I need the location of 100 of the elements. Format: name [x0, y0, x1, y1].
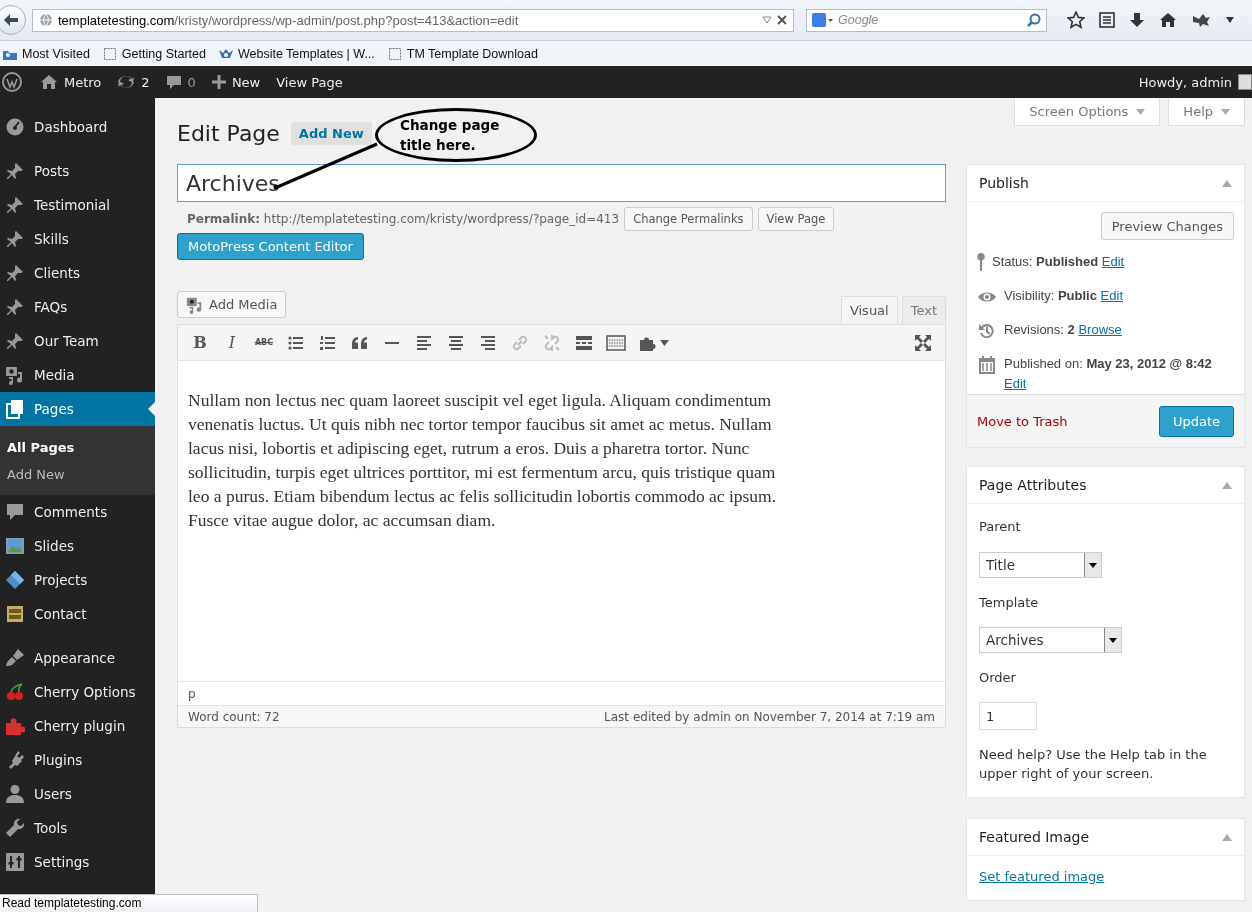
submenu-item[interactable]: Add New [0, 461, 155, 488]
menu-item[interactable]: Contact [0, 597, 155, 631]
bookmark[interactable]: Website Templates | W... [217, 45, 379, 62]
select-field[interactable]: Archives [979, 627, 1122, 653]
contact-icon [5, 604, 25, 624]
search-placeholder: Google [838, 13, 880, 27]
revisions-text: Revisions: 2 Browse [1004, 321, 1122, 339]
comments-icon [5, 502, 25, 522]
search-field[interactable]: Google [806, 8, 1047, 32]
comments-link[interactable]: 0 [157, 66, 204, 98]
visibility-text: Visibility: Public Edit [1004, 287, 1123, 305]
italic-button[interactable]: I [216, 327, 248, 358]
menu-item[interactable]: Users [0, 777, 155, 811]
preview-changes-button[interactable]: Preview Changes [1100, 212, 1234, 240]
menu-item[interactable]: Skills [0, 222, 155, 256]
caret-icon [1136, 108, 1146, 115]
home-icon[interactable] [1159, 12, 1177, 28]
new-link[interactable]: New [203, 66, 269, 98]
globe-icon [39, 13, 53, 27]
view-page-link[interactable]: View Page [268, 66, 351, 98]
help-tab[interactable]: Help [1168, 98, 1245, 126]
menu-item[interactable]: Pages [0, 392, 155, 426]
field-label: Parent [979, 518, 1022, 536]
select-field[interactable]: Title [979, 552, 1102, 578]
edit-link[interactable]: Edit [1101, 254, 1125, 269]
paragraph: Nullam non lectus nec quam laoreet suscipit vel eget ligula. Aliquam condimentum venenatis luctus. Ut quis nibh nec tortor tempor faucibus sit amet ac metus. Nullam lacus nisi, lobortis et adipiscing eget, rutrum a eros. Duis a pharetra tortor. Nunc sollicitudin, turpis eget ultrices porttitor, mi est fermentum arcu, quis tristique quam leo a purus. Etiam bibendum lectus ac felis sollicitudin lobortis commodo ac ipsum. Fusce vitae augue dolor, ac accumsan diam. [188, 389, 778, 532]
download-icon[interactable] [1129, 12, 1145, 28]
element-path: p [188, 686, 196, 701]
headline-field[interactable]: Archives [177, 164, 946, 202]
menu-item[interactable]: Slides [0, 529, 155, 563]
field-label: Template [979, 594, 1040, 612]
caret-icon [660, 339, 669, 346]
puzzle-icon [5, 716, 25, 736]
pin-icon [5, 331, 25, 351]
edit-link[interactable]: Edit [1004, 376, 1027, 391]
bookmark[interactable]: TM Template Download [386, 45, 542, 62]
add-media-button[interactable]: Add Media [177, 291, 287, 318]
editor-tab[interactable]: Visual [840, 296, 898, 324]
editor-tab[interactable]: Text [901, 296, 946, 324]
menu-item[interactable]: Comments [0, 495, 155, 529]
bold-button[interactable]: B [184, 327, 216, 358]
menu-item[interactable]: Appearance [0, 641, 155, 675]
address-bar[interactable]: templatetesting.com/kristy/wordpress/wp-admin/post.php?post=413&action=edit [32, 8, 794, 32]
updates-link[interactable]: 2 [109, 66, 158, 98]
bookmark[interactable]: Most Visited [2, 45, 94, 62]
site-name-link[interactable]: Metro [32, 66, 110, 98]
tools-icon [5, 818, 25, 838]
submenu-item[interactable]: All Pages [0, 434, 155, 461]
appearance-icon [5, 648, 25, 668]
browse-link[interactable]: Browse [1078, 322, 1122, 337]
menu-item[interactable]: Posts [0, 154, 155, 188]
star-icon[interactable] [1067, 11, 1085, 29]
menu-item[interactable]: Tools [0, 811, 155, 845]
dropdown-icon[interactable] [762, 16, 772, 24]
strikethrough-button[interactable]: ABC [248, 327, 280, 358]
menu-item[interactable]: Testimonial [0, 188, 155, 222]
set-featured-image-link[interactable]: Set featured image [979, 869, 1105, 884]
screen-options-tab[interactable]: Screen Options [1014, 98, 1161, 126]
menu-item[interactable]: Cherry Options [0, 675, 155, 709]
caret-icon [1109, 637, 1117, 643]
pin-icon [5, 161, 25, 181]
plus-icon [211, 75, 226, 89]
pin-icon [5, 297, 25, 317]
menu-item[interactable]: Media [0, 358, 155, 392]
help-text: Need help? Use the Help tab in the upper right of your screen. [979, 746, 1208, 783]
pin-icon [5, 229, 25, 249]
close-icon[interactable] [777, 15, 787, 25]
projects-icon [5, 570, 25, 590]
bookmark[interactable]: Getting Started [101, 45, 210, 62]
home-icon [40, 74, 58, 90]
menu-item[interactable]: Cherry plugin [0, 709, 155, 743]
pin-icon [5, 263, 25, 283]
view-page-button[interactable]: View Page [757, 207, 835, 231]
menu-item[interactable]: Dashboard [0, 110, 155, 144]
menu-item[interactable]: Projects [0, 563, 155, 597]
horizontal-rule-icon [385, 341, 399, 344]
change-permalinks-button[interactable]: Change Permalinks [624, 207, 753, 231]
caret-icon [1221, 108, 1230, 115]
move-to-trash-link[interactable]: Move to Trash [977, 413, 1068, 429]
menu-item[interactable]: FAQs [0, 290, 155, 324]
url-text: templatetesting.com/kristy/wordpress/wp-admin/post.php?post=413&action=edit [58, 12, 520, 28]
menu-item[interactable]: Clients [0, 256, 155, 290]
search-icon[interactable] [1027, 13, 1041, 27]
add-new-button[interactable]: Add New [290, 121, 372, 145]
page-icon [101, 45, 118, 62]
word-count: Word count: 72 [188, 709, 280, 724]
dashboard-icon [5, 117, 25, 137]
order-field[interactable]: 1 [979, 702, 1037, 730]
permalink-text: Permalink: http://templatetesting.com/kristy/wordpress/?page_id=413 [187, 212, 620, 226]
menu-item[interactable]: Settings [0, 845, 155, 879]
menu-item[interactable]: Our Team [0, 324, 155, 358]
last-edited-text: Last edited by admin on November 7, 2014 at 7:19 am [604, 709, 935, 724]
reading-list-icon[interactable] [1099, 12, 1115, 28]
edit-link[interactable]: Edit [1100, 288, 1123, 303]
menu-item[interactable]: Plugins [0, 743, 155, 777]
media-icon [186, 295, 204, 314]
callout-text: Change page title here. [400, 116, 501, 155]
menu-caret-icon[interactable] [1225, 16, 1235, 24]
back-button[interactable] [0, 5, 26, 35]
account-link[interactable]: Howdy, admin [1130, 66, 1252, 98]
